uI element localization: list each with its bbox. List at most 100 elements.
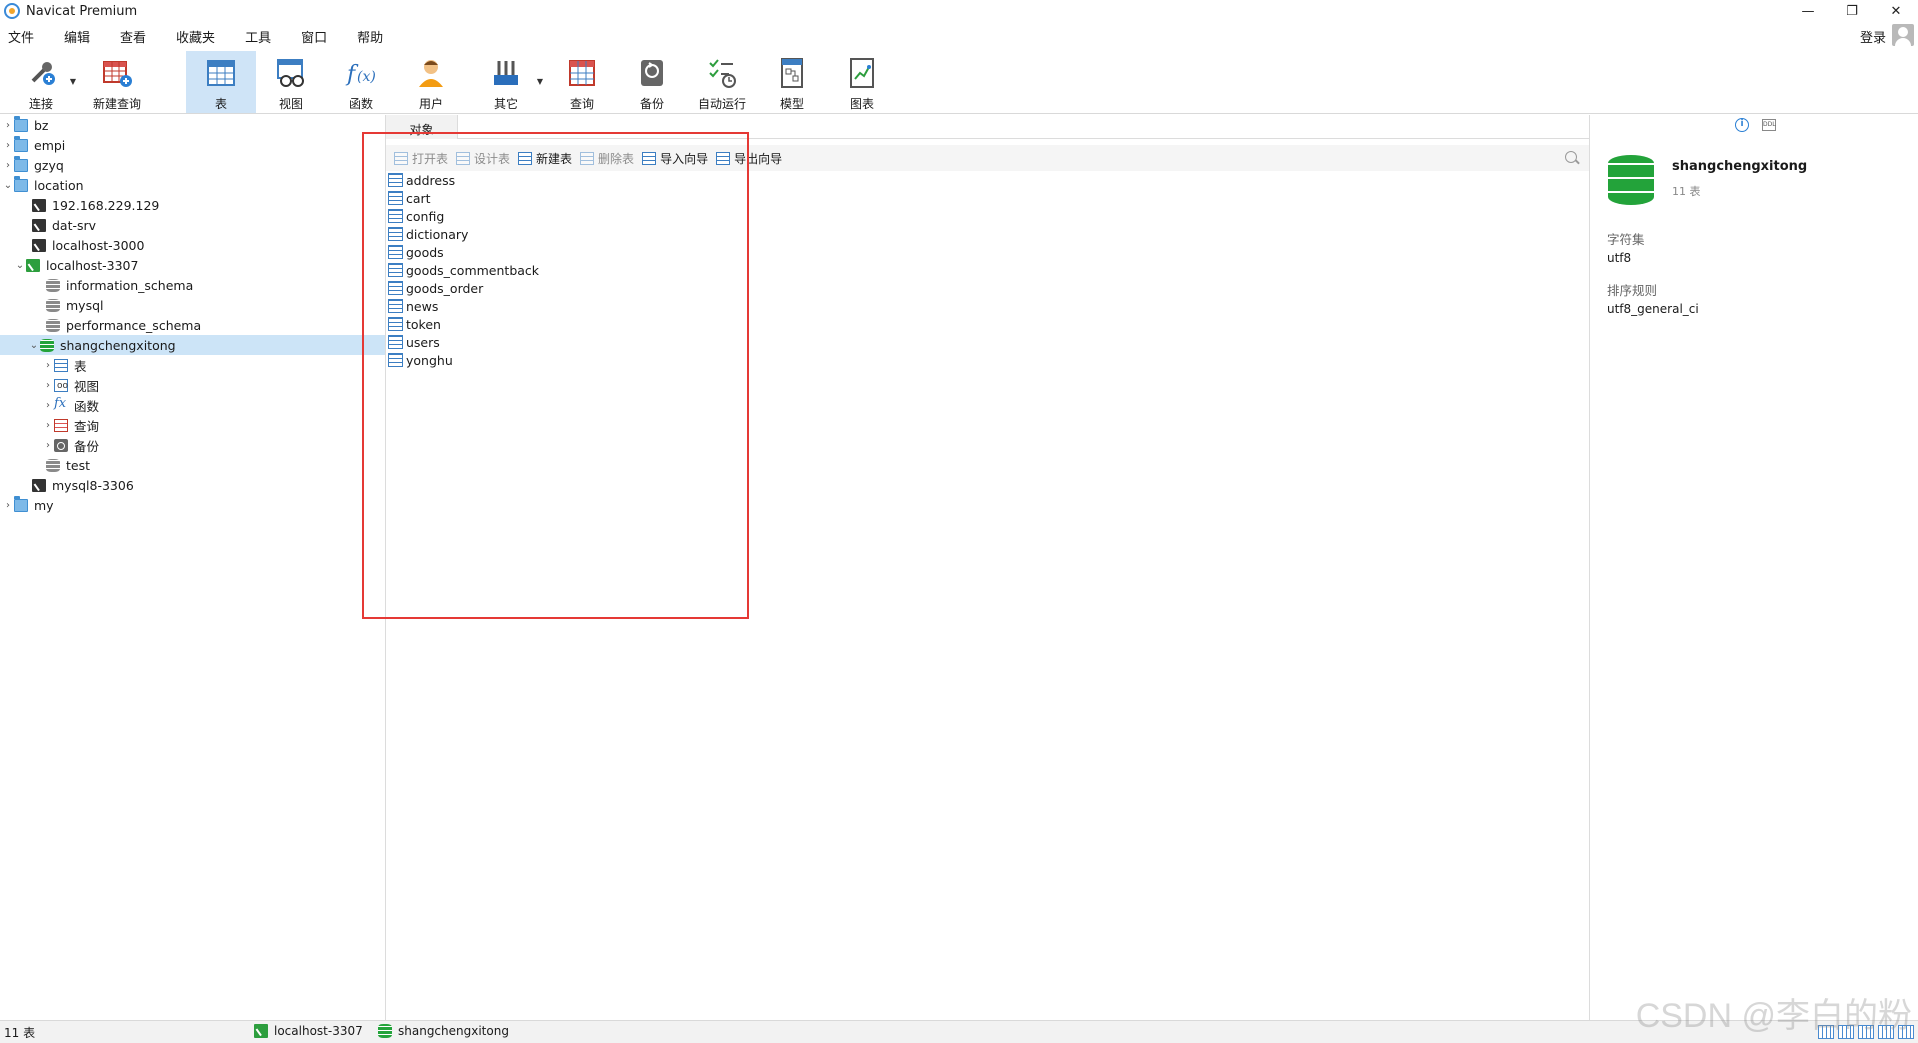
folder-icon: [14, 115, 28, 132]
tree-item-gzyq[interactable]: › gzyq: [0, 155, 385, 175]
table-row[interactable]: address: [388, 171, 788, 189]
menu-window[interactable]: 窗口: [293, 27, 336, 46]
toolbar-automation-button[interactable]: 自动运行: [692, 51, 752, 113]
table-row[interactable]: news: [388, 297, 788, 315]
menu-help[interactable]: 帮助: [349, 27, 392, 46]
tree-item-connection[interactable]: mysql8-3306: [0, 475, 385, 495]
avatar-icon[interactable]: [1892, 24, 1914, 46]
toolbar-new-query-button[interactable]: 新建查询: [88, 51, 146, 113]
delete-table-button[interactable]: 删除表: [580, 150, 634, 167]
watermark: CSDN @李白的粉: [1635, 997, 1912, 1035]
chevron-right-icon[interactable]: ›: [42, 400, 54, 411]
table-row[interactable]: users: [388, 333, 788, 351]
table-icon: [388, 191, 403, 205]
info-icon[interactable]: i: [1735, 118, 1749, 132]
info-table-count: 11 表: [1672, 185, 1701, 198]
chevron-right-icon[interactable]: ›: [42, 360, 54, 371]
others-dropdown-icon[interactable]: ▼: [537, 77, 543, 86]
close-button[interactable]: ✕: [1874, 0, 1918, 22]
folder-icon: [14, 175, 28, 192]
menu-tools[interactable]: 工具: [237, 27, 280, 46]
toolbar-view-button[interactable]: 视图: [266, 51, 316, 113]
chevron-right-icon[interactable]: ›: [2, 140, 14, 151]
table-row[interactable]: token: [388, 315, 788, 333]
tree-item-bz[interactable]: › bz: [0, 115, 385, 135]
window-title: Navicat Premium: [26, 3, 138, 19]
toolbar-user-button[interactable]: 用户: [406, 51, 456, 113]
menu-edit[interactable]: 编辑: [56, 27, 99, 46]
table-row[interactable]: goods: [388, 243, 788, 261]
table-icon: [388, 227, 403, 241]
import-wizard-button[interactable]: 导入向导: [642, 150, 708, 167]
export-wizard-button[interactable]: 导出向导: [716, 150, 782, 167]
tree-item-views[interactable]: › 视图: [0, 375, 385, 395]
tree-item-localhost-3307[interactable]: ⌄ localhost-3307: [0, 255, 385, 275]
chevron-down-icon[interactable]: ⌄: [2, 180, 14, 191]
toolbar-model-button[interactable]: 模型: [767, 51, 817, 113]
search-icon[interactable]: [1565, 151, 1577, 163]
tree-item-my[interactable]: › my: [0, 495, 385, 515]
collation-label: 排序规则: [1607, 283, 1658, 298]
table-icon: [388, 263, 403, 277]
chevron-right-icon[interactable]: ›: [2, 500, 14, 511]
table-row[interactable]: goods_commentback: [388, 261, 788, 279]
chevron-right-icon[interactable]: ›: [42, 380, 54, 391]
menu-bar: 文件 编辑 查看 收藏夹 工具 窗口 帮助 登录: [0, 24, 1918, 48]
chart-icon: [846, 57, 878, 89]
tree-item-shangchengxitong[interactable]: ⌄ shangchengxitong: [0, 335, 385, 355]
menu-view[interactable]: 查看: [112, 27, 155, 46]
chevron-right-icon[interactable]: ›: [2, 160, 14, 171]
toolbar-table-button[interactable]: 表: [186, 51, 256, 113]
chevron-down-icon[interactable]: ⌄: [14, 260, 26, 271]
tree-item-connection[interactable]: 192.168.229.129: [0, 195, 385, 215]
new-table-button[interactable]: 新建表: [518, 150, 572, 167]
navicat-logo-icon: [4, 3, 20, 19]
delete-table-icon: [580, 151, 595, 165]
toolbar-function-button[interactable]: f (x) 函数: [336, 51, 386, 113]
function-icon: f (x): [345, 57, 377, 89]
table-row[interactable]: goods_order: [388, 279, 788, 297]
database-active-icon: [378, 1024, 392, 1038]
tree-item-backups[interactable]: › 备份: [0, 435, 385, 455]
table-row[interactable]: config: [388, 207, 788, 225]
toolbar-connection-button[interactable]: 连接 ▼: [18, 51, 76, 113]
tree-item-tables[interactable]: › 表: [0, 355, 385, 375]
tab-objects[interactable]: 对象: [386, 115, 458, 139]
toolbar-chart-button[interactable]: 图表: [837, 51, 887, 113]
menu-file[interactable]: 文件: [0, 27, 43, 46]
tree-item-functions[interactable]: › 函数: [0, 395, 385, 415]
design-table-button[interactable]: 设计表: [456, 150, 510, 167]
menu-favorites[interactable]: 收藏夹: [168, 27, 224, 46]
ddl-icon[interactable]: DDL: [1762, 119, 1776, 131]
login-link[interactable]: 登录: [1860, 27, 1886, 46]
connection-dropdown-icon[interactable]: ▼: [70, 77, 76, 86]
table-icon: [388, 281, 403, 295]
tree-item-database[interactable]: performance_schema: [0, 315, 385, 335]
restore-button[interactable]: ❐: [1830, 0, 1874, 22]
chevron-down-icon[interactable]: ⌄: [28, 340, 40, 351]
table-row[interactable]: yonghu: [388, 351, 788, 369]
chevron-right-icon[interactable]: ›: [2, 120, 14, 131]
database-icon: [46, 318, 60, 332]
connection-active-icon: [254, 1024, 268, 1038]
tree-item-queries[interactable]: › 查询: [0, 415, 385, 435]
toolbar-query-button[interactable]: 查询: [557, 51, 607, 113]
minimize-button[interactable]: —: [1786, 0, 1830, 22]
status-database: shangchengxitong: [378, 1024, 509, 1038]
toolbar-backup-button[interactable]: 备份: [627, 51, 677, 113]
backup-icon: [636, 57, 668, 89]
chevron-right-icon[interactable]: ›: [42, 420, 54, 431]
table-row[interactable]: cart: [388, 189, 788, 207]
tree-item-location[interactable]: ⌄ location: [0, 175, 385, 195]
tree-item-database[interactable]: information_schema: [0, 275, 385, 295]
tree-item-database[interactable]: mysql: [0, 295, 385, 315]
tree-item-empi[interactable]: › empi: [0, 135, 385, 155]
open-table-button[interactable]: 打开表: [394, 150, 448, 167]
tree-item-database[interactable]: test: [0, 455, 385, 475]
chevron-right-icon[interactable]: ›: [42, 440, 54, 451]
import-icon: [642, 151, 657, 165]
table-row[interactable]: dictionary: [388, 225, 788, 243]
toolbar-others-button[interactable]: 其它 ▼: [481, 51, 543, 113]
tree-item-connection[interactable]: localhost-3000: [0, 235, 385, 255]
tree-item-connection[interactable]: dat-srv: [0, 215, 385, 235]
